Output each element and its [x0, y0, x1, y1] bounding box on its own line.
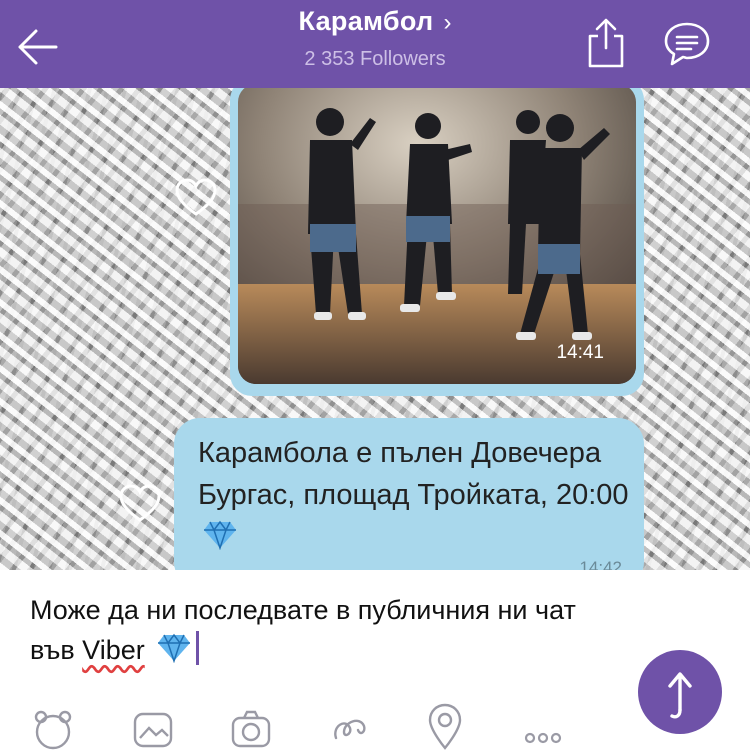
send-arrow-icon: [668, 672, 692, 719]
heart-icon[interactable]: [118, 484, 162, 524]
gallery-icon[interactable]: [132, 708, 174, 750]
chat-info-icon[interactable]: [662, 20, 712, 68]
message-text: Карамбола е пълен Довечера Бургас, площа…: [198, 432, 638, 558]
location-icon[interactable]: [424, 702, 466, 750]
image-message-bubble[interactable]: 14:41: [230, 88, 644, 396]
text-caret: [196, 631, 200, 665]
message-input[interactable]: Може да ни последвате в публичния ни чат…: [30, 590, 590, 670]
message-time: 14:41: [556, 342, 604, 363]
doodle-icon[interactable]: [330, 708, 372, 750]
followers-count: 2 353 Followers: [304, 48, 446, 70]
channel-title: Карамбол: [298, 6, 434, 36]
channel-title-link[interactable]: Карамбол ›: [0, 6, 750, 37]
sticker-icon[interactable]: [32, 708, 74, 750]
camera-icon[interactable]: [230, 708, 272, 750]
misspelled-word: Viber: [82, 635, 145, 665]
send-button[interactable]: [638, 650, 722, 734]
gem-icon: [156, 633, 192, 664]
chat-header: Карамбол › 2 353 Followers: [0, 0, 750, 88]
gem-icon: [202, 520, 238, 551]
message-body: Карамбола е пълен Довечера Бургас, площа…: [198, 437, 629, 511]
share-icon[interactable]: [584, 16, 628, 70]
concert-photo[interactable]: 14:41: [238, 88, 636, 384]
chat-background: 14:41 Карамбола е пълен Довечера Бургас,…: [0, 88, 750, 570]
chevron-right-icon: ›: [443, 9, 452, 36]
message-time: 14:42: [579, 558, 622, 570]
heart-icon[interactable]: [174, 178, 218, 218]
message-composer: Може да ни последвате в публичния ни чат…: [0, 570, 750, 750]
more-icon[interactable]: [522, 708, 564, 750]
text-message-bubble[interactable]: Карамбола е пълен Довечера Бургас, площа…: [174, 418, 644, 570]
